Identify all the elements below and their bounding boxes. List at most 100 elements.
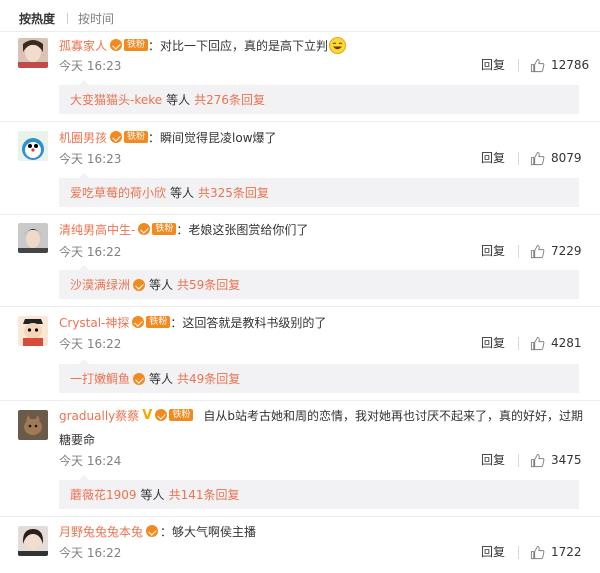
like-count: 7229 bbox=[551, 244, 582, 258]
reply-button[interactable]: 回复 bbox=[481, 150, 505, 166]
username-link[interactable]: 机圈男孩 bbox=[59, 129, 107, 146]
action-divider bbox=[518, 59, 519, 72]
reply-etc-label: 等人 bbox=[149, 372, 174, 386]
comment-text: 自从b站考古她和周的恋情，我对她再也讨厌不起来了，真的好好，过期 bbox=[203, 408, 583, 423]
comment-divider bbox=[0, 214, 600, 215]
header-divider bbox=[0, 31, 600, 32]
comment-text: ：够大气啊侯主播 bbox=[160, 524, 257, 539]
action-divider bbox=[518, 337, 519, 350]
comment-line: Crystal-神探 铁粉 ：这回答就是教科书级别的了 bbox=[59, 313, 326, 331]
reply-summary: 大变猫猫头-keke 等人 共276条回复 bbox=[59, 80, 579, 114]
username-link[interactable]: Crystal-神探 bbox=[59, 314, 129, 331]
avatar[interactable] bbox=[18, 410, 48, 440]
reply-etc-label: 等人 bbox=[140, 488, 165, 502]
avatar[interactable] bbox=[18, 526, 48, 556]
reply-button[interactable]: 回复 bbox=[481, 335, 505, 351]
reply-button[interactable]: 回复 bbox=[481, 452, 505, 468]
like-button[interactable]: 12786 bbox=[530, 57, 589, 73]
vip-icon bbox=[132, 316, 145, 328]
reply-count-link[interactable]: 共276条回复 bbox=[194, 91, 265, 108]
like-count: 12786 bbox=[551, 58, 590, 72]
reply-button[interactable]: 回复 bbox=[481, 544, 505, 560]
thumbs-up-icon bbox=[530, 58, 545, 72]
reply-button[interactable]: 回复 bbox=[481, 57, 505, 73]
action-divider bbox=[518, 546, 519, 559]
comment-time: 今天 16:23 bbox=[59, 151, 122, 166]
comment-text-continued: 糖要命 bbox=[59, 433, 96, 447]
comment-time: 今天 16:22 bbox=[59, 336, 122, 351]
thumbs-up-icon bbox=[530, 545, 545, 559]
avatar[interactable] bbox=[18, 223, 48, 253]
thumbs-up-icon bbox=[530, 336, 545, 350]
comment-time: 今天 16:22 bbox=[59, 545, 122, 560]
reply-etc-label: 等人 bbox=[149, 278, 174, 292]
like-button[interactable]: 4281 bbox=[530, 335, 582, 351]
username-link[interactable]: 孤寡家人 bbox=[59, 37, 107, 54]
tab-sort-by-hot[interactable]: 按热度 bbox=[19, 10, 55, 27]
comment-text: ：这回答就是教科书级别的了 bbox=[170, 315, 327, 330]
comment-time: 今天 16:22 bbox=[59, 244, 122, 259]
username-link[interactable]: 月野兔兔兔本兔 bbox=[59, 523, 143, 540]
comment-time: 今天 16:24 bbox=[59, 453, 122, 468]
comment-time: 今天 16:23 bbox=[59, 58, 122, 73]
reply-summary: 沙漠满绿洲 等人 共59条回复 bbox=[59, 265, 579, 299]
comment-text: ：瞬间觉得昆凌low爆了 bbox=[148, 130, 277, 145]
vip-icon bbox=[133, 278, 146, 291]
comment-line: 清纯男高中生- 铁粉 ：老娘这张图赏给你们了 bbox=[59, 220, 308, 238]
reply-username-link[interactable]: 一打嫩鲷鱼 bbox=[70, 370, 130, 387]
laugh-emoji-icon bbox=[329, 36, 347, 54]
like-count: 1722 bbox=[551, 545, 582, 559]
like-button[interactable]: 3475 bbox=[530, 452, 582, 468]
thumbs-up-icon bbox=[530, 244, 545, 258]
reply-username-link[interactable]: 蘑薇花1909 bbox=[70, 486, 137, 503]
like-button[interactable]: 8079 bbox=[530, 150, 582, 166]
comment-divider bbox=[0, 306, 600, 307]
avatar[interactable] bbox=[18, 38, 48, 68]
reply-count-link[interactable]: 共59条回复 bbox=[177, 276, 240, 293]
action-divider bbox=[518, 245, 519, 258]
action-divider bbox=[518, 454, 519, 467]
username-link[interactable]: 清纯男高中生- bbox=[59, 221, 135, 238]
username-link[interactable]: gradually蔡蔡 bbox=[59, 407, 139, 424]
comment-line: 孤寡家人 铁粉 ：对比一下回应，真的是高下立判 bbox=[59, 36, 347, 54]
thumbs-up-icon bbox=[530, 453, 545, 467]
reply-count-link[interactable]: 共49条回复 bbox=[177, 370, 240, 387]
vip-icon bbox=[155, 409, 168, 421]
comment-line: 月野兔兔兔本兔 ：够大气啊侯主播 bbox=[59, 522, 256, 540]
reply-etc-label: 等人 bbox=[166, 93, 191, 107]
reply-count-link[interactable]: 共325条回复 bbox=[198, 184, 269, 201]
comment-divider bbox=[0, 400, 600, 401]
fan-badge: 铁粉 bbox=[124, 39, 149, 51]
reply-username-link[interactable]: 沙漠满绿洲 bbox=[70, 276, 130, 293]
reply-count-link[interactable]: 共141条回复 bbox=[169, 486, 240, 503]
vip-icon bbox=[133, 372, 146, 385]
avatar[interactable] bbox=[18, 316, 48, 346]
sort-tabs: 按热度 按时间 bbox=[19, 9, 114, 27]
vip-icon bbox=[138, 223, 151, 235]
reply-button[interactable]: 回复 bbox=[481, 243, 505, 259]
like-button[interactable]: 1722 bbox=[530, 544, 582, 560]
reply-username-link[interactable]: 爱吃草莓的荷小欣 bbox=[70, 184, 166, 201]
fan-badge: 铁粉 bbox=[169, 409, 194, 421]
reply-summary: 爱吃草莓的荷小欣 等人 共325条回复 bbox=[59, 173, 579, 207]
comment-divider bbox=[0, 516, 600, 517]
like-button[interactable]: 7229 bbox=[530, 243, 582, 259]
like-count: 4281 bbox=[551, 336, 582, 350]
comment-line: 机圈男孩 铁粉 ：瞬间觉得昆凌low爆了 bbox=[59, 128, 277, 146]
fan-badge: 铁粉 bbox=[146, 316, 171, 328]
comment-divider bbox=[0, 121, 600, 122]
reply-summary: 蘑薇花1909 等人 共141条回复 bbox=[59, 475, 579, 509]
reply-username-link[interactable]: 大变猫猫头-keke bbox=[70, 91, 162, 108]
tab-sort-by-time[interactable]: 按时间 bbox=[78, 10, 114, 27]
vip-icon bbox=[110, 39, 123, 51]
comment-text: ：老娘这张图赏给你们了 bbox=[176, 222, 309, 237]
like-count: 3475 bbox=[551, 453, 582, 467]
vip-icon bbox=[110, 131, 123, 143]
comment-line: gradually蔡蔡 V 铁粉 自从b站考古她和周的恋情，我对她再也讨厌不起来… bbox=[59, 406, 583, 424]
verified-v-icon: V bbox=[142, 407, 153, 423]
comment-text: ：对比一下回应，真的是高下立判 bbox=[148, 38, 329, 53]
avatar[interactable] bbox=[18, 131, 48, 161]
vip-icon bbox=[146, 525, 159, 537]
tab-divider bbox=[67, 12, 69, 24]
fan-badge: 铁粉 bbox=[124, 131, 149, 143]
